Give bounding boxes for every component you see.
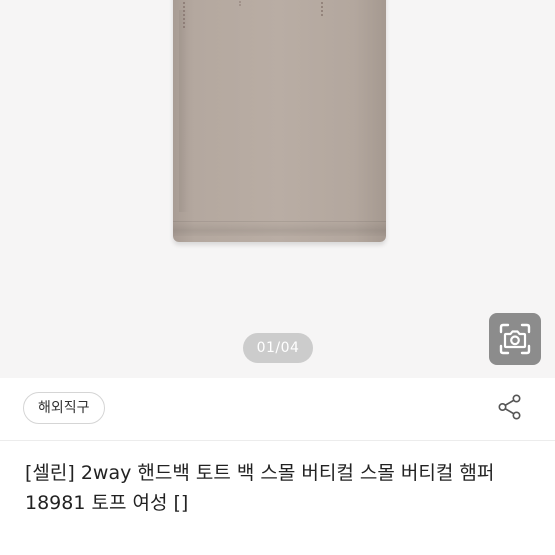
- bag-bottom-fold: [173, 221, 386, 236]
- bag-stitch: [321, 0, 325, 16]
- share-button[interactable]: [494, 391, 526, 423]
- product-image-gallery[interactable]: 01/04: [0, 0, 555, 378]
- camera-icon: [499, 323, 531, 355]
- bag-stitch: [183, 0, 187, 28]
- product-image: [173, 0, 386, 242]
- overseas-direct-tag[interactable]: 해외직구: [23, 392, 105, 424]
- share-icon: [498, 394, 521, 420]
- product-detail-page: 01/04 해외직구 [셀린] 2way 핸드백 토트 백 스몰 버티컬 스몰 …: [0, 0, 555, 555]
- image-search-button[interactable]: [489, 313, 541, 365]
- image-counter: 01/04: [243, 333, 313, 363]
- product-title: [셀린] 2way 핸드백 토트 백 스몰 버티컬 스몰 버티컬 햄퍼 1898…: [25, 462, 495, 514]
- tag-row: 해외직구: [0, 378, 555, 441]
- bag-shading: [179, 10, 189, 212]
- bag-stitch: [239, 0, 243, 6]
